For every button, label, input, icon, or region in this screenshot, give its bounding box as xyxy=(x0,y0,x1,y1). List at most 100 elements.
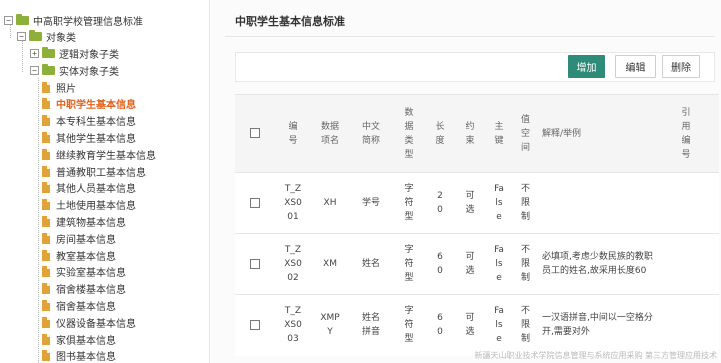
table-cell: 可选 xyxy=(455,172,485,234)
table-cell: 字符型 xyxy=(393,294,425,356)
table-cell: False xyxy=(485,233,513,295)
divider xyxy=(225,36,715,37)
document-icon xyxy=(42,316,50,328)
tree-leaf-item[interactable]: 本专科生基本信息 xyxy=(42,113,136,129)
tree-leaf-label: 其他学生基本信息 xyxy=(56,133,136,145)
select-all-checkbox[interactable] xyxy=(250,128,260,138)
document-icon xyxy=(42,215,50,227)
table-cell: 必填项,考虑少数民族的教职员工的姓名,故采用长度60 xyxy=(538,233,653,295)
tree-connector xyxy=(38,78,39,363)
table-cell: 学号 xyxy=(349,172,393,234)
table-cell: XMPY xyxy=(311,294,349,356)
tree-connector xyxy=(22,40,23,72)
collapse-icon[interactable]: − xyxy=(30,65,39,75)
column-header: 主键 xyxy=(485,94,513,173)
tree-leaf-item[interactable]: 教室基本信息 xyxy=(42,247,116,263)
table-cell: T_ZXS002 xyxy=(275,233,311,295)
tree-leaf-item[interactable]: 宿舍楼基本信息 xyxy=(42,281,126,297)
column-header: 解释/举例 xyxy=(538,94,653,173)
select-all-cell[interactable] xyxy=(235,94,275,173)
table-cell: T_ZXS003 xyxy=(275,294,311,356)
column-header: 约束 xyxy=(455,94,485,173)
table-cell: 不限制 xyxy=(513,172,538,234)
tree-leaf-item[interactable]: 建筑物基本信息 xyxy=(42,213,126,229)
tree-leaf-item[interactable]: 其他人员基本信息 xyxy=(42,180,136,196)
table-cell: 不限制 xyxy=(513,233,538,295)
table-cell: T_ZXS001 xyxy=(275,172,311,234)
tree-leaf-label: 图书基本信息 xyxy=(56,352,116,363)
table-cell: 可选 xyxy=(455,294,485,356)
folder-icon xyxy=(42,46,55,58)
watermark: 新疆天山职业技术学院信息管理与系统应用采购 第三方管理应用技术 xyxy=(474,351,717,360)
row-select-cell[interactable] xyxy=(235,233,275,295)
tree-panel: − 中高职学校管理信息标准 − 对象类 + 逻辑对象子类 − 实体对象子类 照片… xyxy=(0,0,210,363)
tree-leaf-item[interactable]: 普通教职工基本信息 xyxy=(42,163,146,179)
table-cell: False xyxy=(485,172,513,234)
table-cell xyxy=(653,294,719,356)
tree-node-root[interactable]: − 中高职学校管理信息标准 xyxy=(4,12,143,28)
expand-icon[interactable]: + xyxy=(30,48,39,58)
document-icon xyxy=(42,333,50,345)
column-header: 中文简称 xyxy=(349,94,393,173)
document-icon xyxy=(42,266,50,278)
tree-leaf-item[interactable]: 图书基本信息 xyxy=(42,348,116,363)
tree-leaf-item[interactable]: 中职学生基本信息 xyxy=(42,96,136,112)
delete-button[interactable]: 删除 xyxy=(662,55,700,78)
row-checkbox[interactable] xyxy=(250,197,260,208)
tree-leaf-item[interactable]: 实验室基本信息 xyxy=(42,264,126,280)
table-row[interactable]: T_ZXS001 XH 学号 字符型 20 可选 False 不限制 xyxy=(235,172,719,234)
tree-leaf-item[interactable]: 宿舍基本信息 xyxy=(42,297,116,313)
tree-leaf-label: 继续教育学生基本信息 xyxy=(56,150,156,162)
row-select-cell[interactable] xyxy=(235,172,275,234)
tree-node-label: 逻辑对象子类 xyxy=(59,49,119,61)
folder-icon xyxy=(42,63,55,75)
table-row[interactable]: T_ZXS003 XMPY 姓名拼音 字符型 60 可选 False 不限制 一汉语拼音,中间以… xyxy=(235,294,719,356)
tree-node-logical[interactable]: + 逻辑对象子类 xyxy=(30,45,119,61)
column-header: 编号 xyxy=(275,94,311,173)
tree-leaf-label: 宿舍楼基本信息 xyxy=(56,285,126,297)
document-icon xyxy=(42,165,50,177)
tree-leaf-label: 普通教职工基本信息 xyxy=(56,167,146,179)
document-icon xyxy=(42,199,50,211)
row-checkbox[interactable] xyxy=(250,258,260,269)
table-cell: 60 xyxy=(425,294,455,356)
table-cell: False xyxy=(485,294,513,356)
collapse-icon[interactable]: − xyxy=(17,31,26,41)
column-header: 数据项名 xyxy=(311,94,349,173)
content-panel: 中职学生基本信息标准 增加 编辑 删除 编号 数据项名 中文简称 数据类型 长度… xyxy=(211,0,721,363)
tree-leaf-label: 其他人员基本信息 xyxy=(56,184,136,196)
document-icon xyxy=(42,283,50,295)
document-icon xyxy=(42,115,50,127)
tree-leaf-item[interactable]: 仪器设备基本信息 xyxy=(42,314,136,330)
tree-node-entity[interactable]: − 实体对象子类 xyxy=(30,62,119,78)
document-icon xyxy=(42,232,50,244)
tree-node-label: 中高职学校管理信息标准 xyxy=(33,16,143,28)
tree-leaf-item[interactable]: 家俱基本信息 xyxy=(42,331,116,347)
table-cell: XM xyxy=(311,233,349,295)
collapse-icon[interactable]: − xyxy=(4,15,13,25)
tree-leaf-item[interactable]: 房间基本信息 xyxy=(42,230,116,246)
tree-leaf-item[interactable]: 土地使用基本信息 xyxy=(42,197,136,213)
document-icon xyxy=(42,350,50,362)
add-button[interactable]: 增加 xyxy=(568,55,605,78)
tree-leaf-label: 中职学生基本信息 xyxy=(56,100,136,112)
edit-button[interactable]: 编辑 xyxy=(615,55,656,78)
table-row[interactable]: T_ZXS002 XM 姓名 字符型 60 可选 False 不限制 必填项,考虑少数民族的教职… xyxy=(235,233,719,295)
row-select-cell[interactable] xyxy=(235,294,275,356)
tree-node-label: 对象类 xyxy=(46,32,76,44)
tree-leaf-label: 照片 xyxy=(56,83,76,95)
tree-leaf-item[interactable]: 继续教育学生基本信息 xyxy=(42,146,156,162)
row-checkbox[interactable] xyxy=(250,319,260,330)
column-header: 值空间 xyxy=(513,94,538,173)
tree-leaf-label: 宿舍基本信息 xyxy=(56,301,116,313)
tree-leaf-label: 实验室基本信息 xyxy=(56,268,126,280)
tree-leaf-item[interactable]: 其他学生基本信息 xyxy=(42,129,136,145)
tree-leaf-label: 家俱基本信息 xyxy=(56,335,116,347)
tree-leaf-item[interactable]: 照片 xyxy=(42,79,76,95)
folder-icon xyxy=(16,13,29,25)
table-cell: 20 xyxy=(425,172,455,234)
tree-node-object-class[interactable]: − 对象类 xyxy=(17,28,76,44)
page-title: 中职学生基本信息标准 xyxy=(235,15,345,28)
table-cell: 姓名拼音 xyxy=(349,294,393,356)
table-cell: 可选 xyxy=(455,233,485,295)
